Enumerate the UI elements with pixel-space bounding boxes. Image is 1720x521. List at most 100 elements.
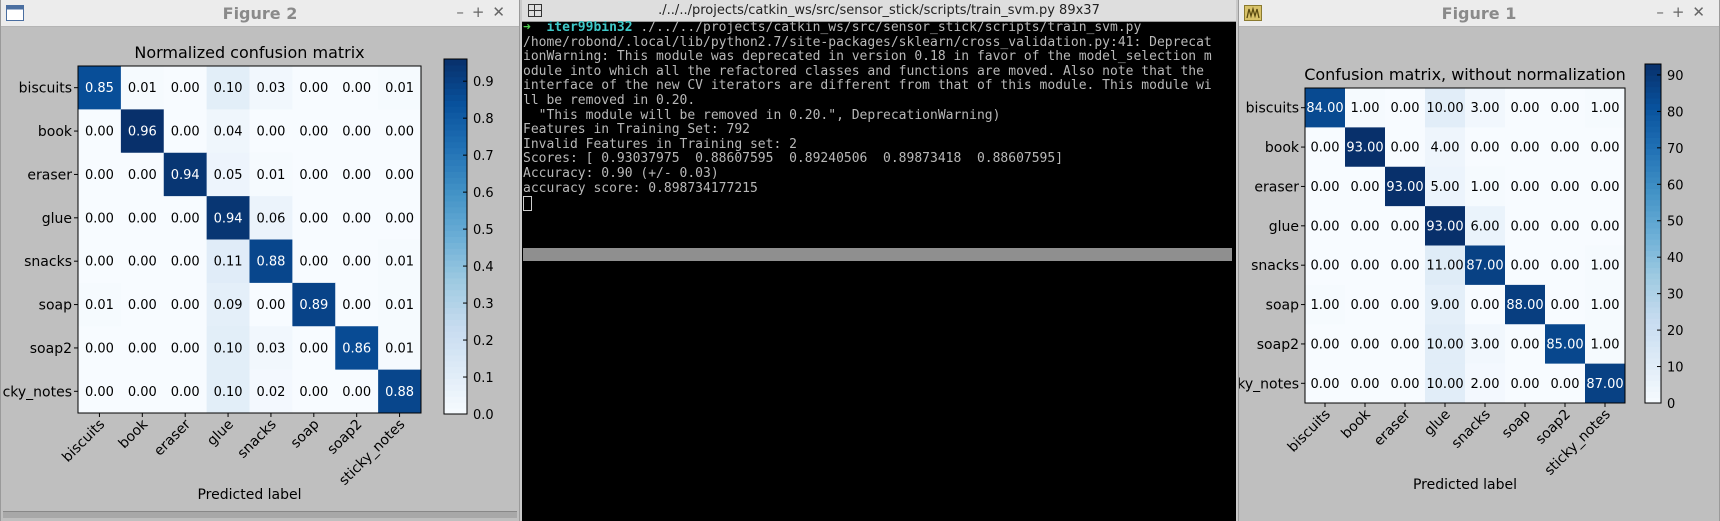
y-tick-label: soap2	[30, 341, 72, 357]
cell-label: 0.00	[1391, 141, 1420, 156]
colorbar-segment	[444, 94, 467, 101]
maximize-button[interactable]: +	[472, 3, 493, 21]
colorbar-segment	[444, 266, 467, 273]
colorbar-segment	[444, 325, 467, 332]
colorbar-segment	[444, 384, 467, 391]
cell-label: 0.00	[1391, 337, 1420, 352]
colorbar-segment	[444, 331, 467, 338]
colorbar-segment	[1645, 92, 1661, 99]
colorbar-segment	[1645, 278, 1661, 285]
cell-label: 0.00	[171, 81, 200, 96]
x-tick-label: book	[1338, 406, 1374, 442]
colorbar-tick-label: 0.3	[473, 297, 494, 312]
cell-label: 88.00	[1506, 298, 1543, 313]
cell-label: 0.00	[1351, 337, 1380, 352]
cell-label: 0.86	[342, 341, 371, 356]
cell-label: 0.00	[1551, 101, 1580, 116]
cell-label: 0.01	[256, 168, 285, 183]
terminal-title: ./../../projects/catkin_ws/src/sensor_st…	[658, 3, 1100, 18]
window-titlebar[interactable]: Figure 2 –+✕	[1, 0, 519, 27]
window-title: Figure 2	[222, 4, 298, 23]
cell-label: 0.00	[1311, 337, 1340, 352]
x-tick-label: eraser	[151, 416, 194, 459]
cell-label: 10.00	[1426, 337, 1463, 352]
cell-label: 0.03	[256, 341, 285, 356]
toolbar-strip	[3, 511, 517, 518]
colorbar-segment	[1645, 86, 1661, 93]
cell-label: 0.00	[1471, 141, 1500, 156]
cell-label: 0.00	[1311, 219, 1340, 234]
colorbar-segment	[444, 159, 467, 166]
cell-label: 0.00	[1551, 141, 1580, 156]
cell-label: 0.11	[214, 255, 243, 270]
y-tick-label: glue	[1269, 219, 1299, 235]
prompt-line: ➜ iter99bin32 ./../../projects/catkin_ws…	[523, 21, 1232, 36]
terminal-output[interactable]: ➜ iter99bin32 ./../../projects/catkin_ws…	[523, 21, 1232, 212]
maximize-button[interactable]: +	[1672, 3, 1693, 21]
colorbar-tick-label: 70	[1667, 142, 1684, 157]
cell-label: 85.00	[1546, 337, 1583, 352]
cell-label: 0.00	[299, 81, 328, 96]
cell-label: 0.85	[85, 81, 114, 96]
colorbar-tick-label: 0.4	[473, 260, 494, 275]
cell-label: 0.00	[128, 341, 157, 356]
colorbar-segment	[444, 378, 467, 385]
cell-label: 0.00	[1551, 180, 1580, 195]
cell-label: 11.00	[1426, 259, 1463, 274]
colorbar-segment	[444, 277, 467, 285]
x-tick-label: snacks	[235, 417, 280, 462]
colorbar-segment	[1645, 386, 1661, 393]
x-tick-label: glue	[204, 417, 237, 450]
terminal-window[interactable]: ./../../projects/catkin_ws/src/sensor_st…	[522, 0, 1236, 521]
colorbar-segment	[1645, 312, 1661, 319]
window-titlebar[interactable]: Figure 1 –+✕	[1239, 0, 1719, 27]
colorbar-segment	[1645, 177, 1661, 184]
x-tick-label: glue	[1421, 407, 1454, 440]
cell-label: 0.00	[1511, 337, 1540, 352]
cell-label: 0.00	[1551, 219, 1580, 234]
cell-label: 0.00	[1351, 219, 1380, 234]
colorbar-segment	[444, 106, 467, 113]
cell-label: 0.00	[1311, 180, 1340, 195]
cell-label: 0.00	[1311, 377, 1340, 392]
close-button[interactable]: ✕	[492, 3, 513, 21]
colorbar-segment	[444, 100, 467, 107]
colorbar-segment	[444, 230, 467, 237]
colorbar-segment	[1645, 64, 1661, 71]
colorbar-tick-label: 90	[1667, 69, 1684, 84]
minimize-button[interactable]: –	[1656, 3, 1672, 21]
colorbar-segment	[444, 88, 467, 95]
terminal-titlebar[interactable]: ./../../projects/catkin_ws/src/sensor_st…	[522, 0, 1236, 22]
terminal-scrollbar[interactable]	[523, 248, 1232, 261]
colorbar-segment	[1645, 80, 1661, 88]
cell-label: 1.00	[1591, 259, 1620, 274]
cell-label: 0.00	[1551, 377, 1580, 392]
colorbar-segment	[444, 354, 467, 362]
colorbar-segment	[444, 141, 467, 149]
colorbar-segment	[444, 402, 467, 409]
close-button[interactable]: ✕	[1692, 3, 1713, 21]
colorbar-segment	[444, 307, 467, 314]
cell-label: 0.00	[128, 168, 157, 183]
minimize-button[interactable]: –	[456, 3, 472, 21]
cell-label: 0.00	[299, 341, 328, 356]
cell-label: 0.00	[1591, 141, 1620, 156]
cell-label: 0.01	[385, 255, 414, 270]
colorbar-segment	[444, 212, 467, 220]
prompt-arrow-icon: ➜	[523, 21, 531, 35]
cell-label: 0.00	[85, 125, 114, 140]
colorbar-segment	[1645, 261, 1661, 268]
cell-label: 0.02	[256, 385, 285, 400]
cell-label: 0.00	[128, 298, 157, 313]
colorbar-segment	[1645, 233, 1661, 240]
plot-area: 0.85 0.01 0.00 0.10 0.03 0.00 0.00 0.01 0.00 0.96…	[77, 65, 422, 414]
cell-label: 0.00	[171, 255, 200, 270]
colorbar-segment	[444, 135, 467, 143]
cell-label: 1.00	[1471, 180, 1500, 195]
cell-label: 0.01	[385, 298, 414, 313]
output-line: /home/robond/.local/lib/python2.7/site-p…	[523, 35, 1212, 50]
colorbar-tick-label: 20	[1667, 324, 1684, 339]
x-tick-label: snacks	[1449, 407, 1494, 452]
cell-label: 9.00	[1431, 298, 1460, 313]
cell-label: 0.89	[299, 298, 328, 313]
